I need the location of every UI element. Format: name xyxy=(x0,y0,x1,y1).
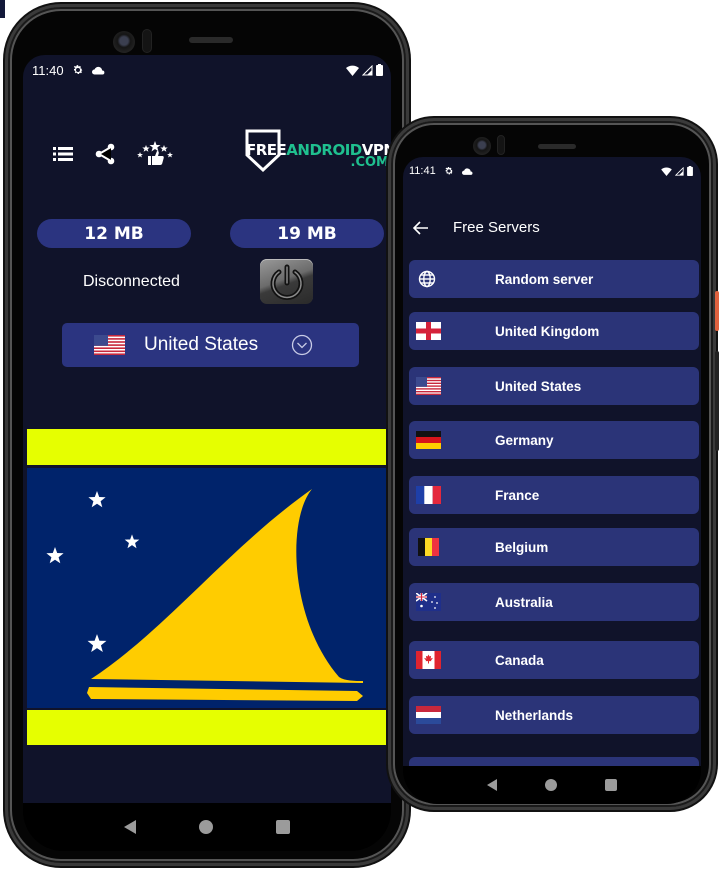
arrow-left-icon[interactable] xyxy=(413,220,429,235)
proximity-sensor xyxy=(497,135,505,155)
system-navbar xyxy=(23,803,391,851)
signal-icon xyxy=(675,166,684,176)
belgium-flag-icon xyxy=(418,538,439,556)
corner-mark xyxy=(0,0,5,18)
status-bar: 11:41 xyxy=(403,157,701,185)
england-flag-icon xyxy=(416,322,441,340)
servers-header: Free Servers xyxy=(403,219,701,236)
battery-icon xyxy=(687,166,693,176)
selected-country-label: United States xyxy=(144,334,259,355)
country-select[interactable]: United States xyxy=(62,323,359,367)
nav-home-button[interactable] xyxy=(198,820,213,834)
germany-flag-icon xyxy=(416,431,441,449)
system-navbar xyxy=(403,766,701,804)
france-flag-icon xyxy=(416,486,441,504)
rate-icon[interactable] xyxy=(137,141,173,172)
volume-side-button[interactable] xyxy=(715,351,719,451)
canada-flag-icon xyxy=(416,651,441,669)
us-flag-icon xyxy=(94,335,125,355)
settings-icon xyxy=(444,166,454,176)
server-item-netherlands[interactable]: Netherlands xyxy=(409,696,699,734)
power-button[interactable] xyxy=(260,259,313,304)
nav-recents-button[interactable] xyxy=(605,779,617,791)
power-icon xyxy=(270,264,303,300)
servers-screen: 11:41 Free Servers Random server United … xyxy=(403,157,701,766)
nav-home-button[interactable] xyxy=(545,779,557,791)
main-toolbar xyxy=(53,141,173,172)
nav-back-button[interactable] xyxy=(487,779,497,791)
australia-flag-icon xyxy=(416,593,441,611)
page-title: Free Servers xyxy=(453,219,540,236)
power-side-button[interactable] xyxy=(715,291,719,331)
tokelau-flag xyxy=(27,429,389,745)
signal-icon xyxy=(362,64,373,76)
front-camera xyxy=(113,31,135,53)
earpiece-speaker xyxy=(189,37,233,43)
phone-servers: 11:41 Free Servers Random server United … xyxy=(388,118,719,810)
status-bar: 11:40 xyxy=(23,55,391,85)
server-item-united-kingdom[interactable]: United Kingdom xyxy=(409,312,699,350)
server-item-germany[interactable]: Germany xyxy=(409,421,699,459)
server-item-partial[interactable] xyxy=(409,757,699,766)
nav-back-button[interactable] xyxy=(124,820,137,834)
netherlands-flag-icon xyxy=(416,706,441,724)
download-stat: 12 MB xyxy=(37,219,191,248)
server-item-united-states[interactable]: United States xyxy=(409,367,699,405)
server-item-belgium[interactable]: Belgium xyxy=(409,528,699,566)
nav-recents-button[interactable] xyxy=(275,820,290,834)
main-screen: 11:40 FREEANDROIDVPN .COM 12 MB 19 MB Di… xyxy=(23,55,391,803)
list-icon[interactable] xyxy=(53,146,73,167)
front-camera xyxy=(473,137,491,155)
app-logo: FREEANDROIDVPN .COM xyxy=(241,127,391,175)
connection-status: Disconnected xyxy=(83,273,180,290)
battery-icon xyxy=(376,64,383,76)
flag-bottom-stripe xyxy=(27,710,387,745)
cloud-icon xyxy=(461,167,473,175)
flag-top-stripe xyxy=(27,429,389,465)
wifi-icon xyxy=(346,65,359,76)
share-icon[interactable] xyxy=(95,143,115,170)
cloud-icon xyxy=(91,66,105,75)
server-item-australia[interactable]: Australia xyxy=(409,583,699,621)
server-item-canada[interactable]: Canada xyxy=(409,641,699,679)
status-time: 11:40 xyxy=(32,62,64,78)
server-item-random[interactable]: Random server xyxy=(409,260,699,298)
settings-icon xyxy=(72,64,84,76)
logo-suffix: .COM xyxy=(350,155,389,170)
globe-icon xyxy=(418,270,436,288)
us-flag-icon xyxy=(416,377,441,395)
chevron-down-icon xyxy=(291,334,313,356)
earpiece-speaker xyxy=(538,144,576,149)
upload-stat: 19 MB xyxy=(230,219,384,248)
proximity-sensor xyxy=(142,29,152,53)
server-item-france[interactable]: France xyxy=(409,476,699,514)
phone-main: 11:40 FREEANDROIDVPN .COM 12 MB 19 MB Di… xyxy=(5,4,409,866)
status-time: 11:41 xyxy=(409,165,436,177)
wifi-icon xyxy=(661,166,672,176)
